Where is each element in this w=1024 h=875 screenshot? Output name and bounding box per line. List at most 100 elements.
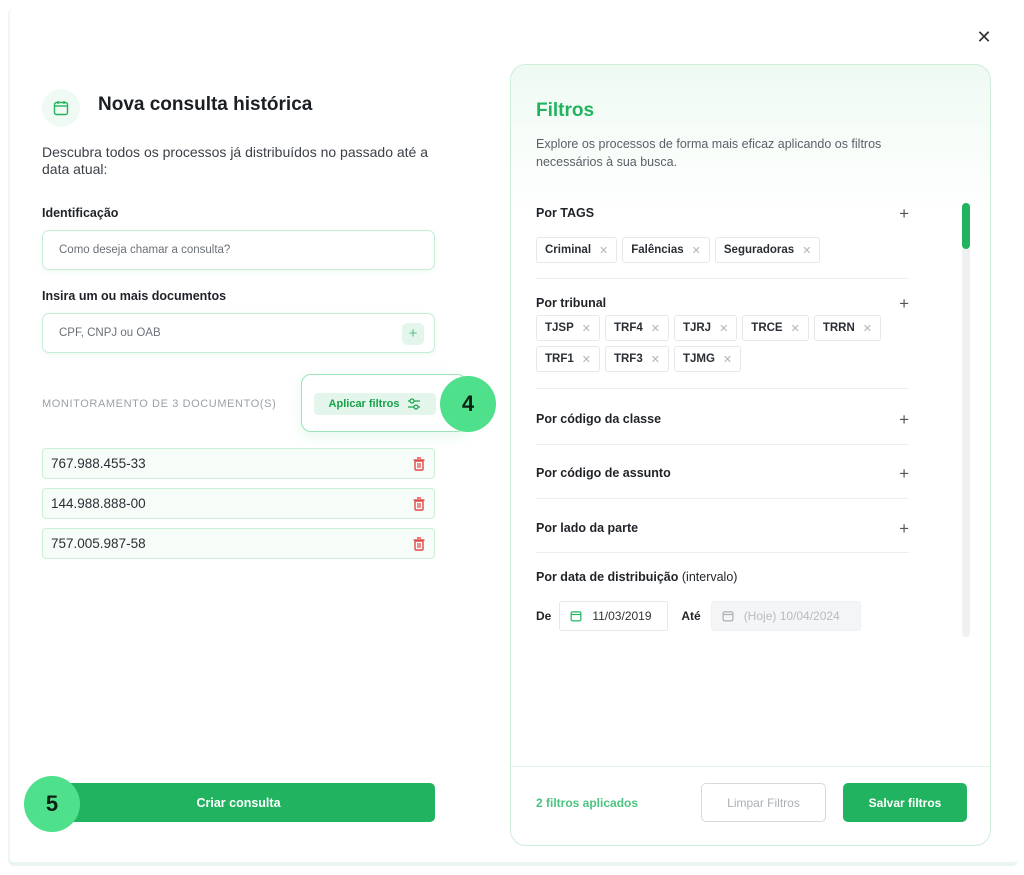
expand-lado-button[interactable]: + (899, 519, 909, 539)
clear-filters-button[interactable]: Limpar Filtros (701, 783, 826, 822)
tribunal-chip: TJMG ✕ (673, 346, 742, 372)
section-title: Por código da classe (536, 412, 662, 426)
divider (536, 444, 909, 445)
section-title: Por código de assunto (536, 466, 671, 480)
filter-section-lado[interactable]: Por lado da parte + (536, 519, 909, 538)
section-title: Por TAGS (536, 206, 595, 220)
filters-description: Explore os processos de forma mais efica… (536, 137, 882, 169)
tribunal-chip: TJSP ✕ (536, 315, 600, 341)
documents-field[interactable]: + (42, 313, 435, 353)
applied-filters-count: 2 filtros aplicados (536, 796, 639, 810)
step-badge-4: 4 (440, 376, 496, 432)
documents-label: Insira um ou mais documentos (42, 289, 227, 303)
trash-icon[interactable] (412, 456, 426, 471)
divider (536, 388, 909, 389)
identification-label: Identificação (42, 206, 119, 220)
save-filters-button[interactable]: Salvar filtros (843, 783, 967, 822)
remove-chip-icon[interactable]: ✕ (582, 353, 591, 366)
section-title: Por data de distribuição (intervalo) (536, 570, 909, 584)
chip-label: TRF1 (545, 353, 574, 365)
chip-label: Seguradoras (723, 244, 795, 256)
document-row: 757.005.987-58 (42, 528, 435, 559)
document-row: 767.988.455-33 (42, 448, 435, 479)
monitoring-count: MONITORAMENTO DE 3 DOCUMENTO(S) (42, 398, 277, 410)
identification-field[interactable] (42, 230, 435, 270)
remove-chip-icon[interactable]: ✕ (651, 353, 660, 366)
tribunal-chip: TRCE ✕ (742, 315, 809, 341)
filters-panel: Filtros Explore os processos de forma ma… (510, 64, 991, 846)
remove-chip-icon[interactable]: ✕ (723, 353, 732, 366)
filter-section-tribunal: Por tribunal + TJSP ✕ TRF4 ✕ TJRJ ✕ TRCE ✕ T… (536, 294, 909, 372)
date-from-value: 11/03/2019 (592, 609, 652, 623)
chip-label: TRCE (751, 322, 783, 334)
calendar-icon (722, 611, 734, 622)
trash-icon[interactable] (412, 496, 426, 511)
calendar-icon (42, 89, 80, 127)
chip-label: Criminal (545, 244, 592, 256)
close-icon[interactable]: ✕ (974, 27, 994, 47)
remove-chip-icon[interactable]: ✕ (719, 322, 728, 335)
tag-chip: Falências ✕ (622, 237, 710, 263)
apply-filters-button[interactable]: Aplicar filtros (314, 393, 436, 415)
chip-label: TJMG (682, 353, 715, 365)
document-row: 144.988.888-00 (42, 488, 435, 519)
filter-section-assunto[interactable]: Por código de assunto + (536, 464, 909, 483)
tag-chip: Criminal ✕ (536, 237, 618, 263)
footer-divider (511, 766, 990, 767)
filter-section-tags: Por TAGS + Criminal ✕ Falências ✕ Segurado… (536, 204, 909, 263)
section-title: Por lado da parte (536, 521, 639, 535)
tribunal-chip: TRRN ✕ (813, 315, 881, 341)
expand-tribunal-button[interactable]: + (899, 294, 909, 314)
chip-label: TRRN (822, 322, 855, 334)
remove-chip-icon[interactable]: ✕ (802, 244, 811, 257)
remove-chip-icon[interactable]: ✕ (582, 322, 591, 335)
divider (536, 278, 909, 279)
remove-chip-icon[interactable]: ✕ (791, 322, 800, 335)
add-document-button[interactable]: + (402, 323, 424, 345)
chip-label: TJRJ (682, 322, 712, 334)
filters-title: Filtros (536, 100, 595, 121)
tag-chip: Seguradoras ✕ (714, 237, 821, 263)
date-to-field[interactable]: (Hoje) 10/04/2024 (710, 601, 861, 631)
tribunal-chip: TRF4 ✕ (604, 315, 669, 341)
identification-input[interactable] (59, 244, 418, 256)
divider (536, 498, 909, 499)
divider (536, 552, 909, 553)
document-number: 757.005.987-58 (51, 536, 146, 551)
page-title: Nova consulta histórica (98, 94, 313, 115)
chip-label: TRF4 (613, 322, 643, 334)
date-range: De 11/03/2019 Até (Hoje) 10/04/2024 (536, 601, 861, 631)
page-description: Descubra todos os processos já distribuí… (42, 144, 429, 177)
sliders-icon (408, 398, 421, 410)
step-badge-5: 5 (24, 776, 80, 832)
expand-assunto-button[interactable]: + (899, 464, 909, 484)
documents-input[interactable] (59, 327, 418, 339)
tribunal-chip: TRF3 ✕ (604, 346, 669, 372)
calendar-icon (570, 611, 582, 622)
scrollbar-thumb[interactable] (962, 203, 970, 249)
section-title: Por tribunal (536, 296, 607, 310)
chip-label: TJSP (545, 322, 574, 334)
tribunal-chip: TRF1 ✕ (536, 346, 600, 372)
chip-label: Falências (631, 244, 684, 256)
document-number: 144.988.888-00 (51, 496, 146, 511)
date-to-placeholder: (Hoje) 10/04/2024 (743, 609, 840, 623)
expand-tags-button[interactable]: + (899, 204, 909, 224)
remove-chip-icon[interactable]: ✕ (599, 244, 608, 257)
remove-chip-icon[interactable]: ✕ (863, 322, 872, 335)
expand-classe-button[interactable]: + (899, 410, 909, 430)
tribunal-chip: TJRJ ✕ (673, 315, 738, 341)
date-to-label: Até (681, 609, 701, 623)
scrollbar-track[interactable] (962, 203, 970, 637)
filter-section-classe[interactable]: Por código da classe + (536, 410, 909, 429)
date-from-field[interactable]: 11/03/2019 (559, 601, 669, 631)
date-from-label: De (536, 609, 552, 623)
section-title-main: Por data de distribuição (536, 570, 679, 584)
remove-chip-icon[interactable]: ✕ (651, 322, 660, 335)
apply-filters-label: Aplicar filtros (328, 398, 400, 410)
remove-chip-icon[interactable]: ✕ (692, 244, 701, 257)
trash-icon[interactable] (412, 536, 426, 551)
create-query-button[interactable]: Criar consulta (42, 783, 435, 822)
chip-label: TRF3 (613, 353, 643, 365)
section-title-suffix: (intervalo) (681, 570, 738, 584)
